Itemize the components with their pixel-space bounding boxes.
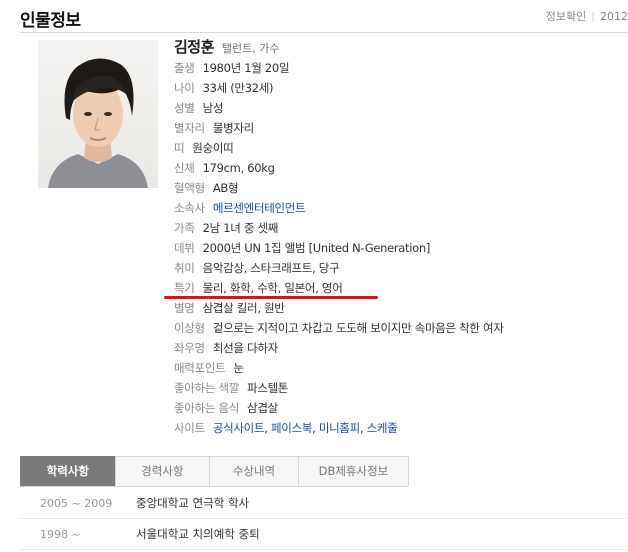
profile-label: 혈액형 (174, 181, 205, 195)
profile-row: 신체 179cm, 60kg (174, 158, 624, 178)
profile-photo (38, 40, 158, 188)
profile-row: 좋아하는 색깔 파스텔톤 (174, 378, 624, 398)
education-period: 1998 ~ (40, 528, 81, 541)
title-divider (20, 32, 628, 33)
profile-rows: 출생 1980년 1월 20일나이 33세 (만32세) 성별 남성별자리 물병자리띠 원숭… (174, 58, 624, 418)
site-link[interactable]: 스케줄 (367, 421, 398, 435)
profile-value: AB형 (212, 181, 239, 195)
profile-row: 좋아하는 음식 삼겹살 (174, 398, 624, 418)
profile-label: 가족 (174, 221, 195, 235)
tab-education[interactable]: 학력사항 (20, 456, 116, 486)
profile-value: 최선을 다하자 (212, 341, 278, 355)
profile-label: 성별 (174, 101, 195, 115)
update-date: 2012 (600, 10, 628, 23)
site-link-separator: , (264, 421, 268, 435)
site-link-separator: , (312, 421, 316, 435)
profile-row: 이상형 겉으로는 지적이고 차갑고 도도해 보이지만 속마음은 착한 여자 (174, 318, 624, 338)
person-portrait-image (48, 58, 148, 188)
profile-row: 출생 1980년 1월 20일 (174, 58, 624, 78)
education-list: 2005 ~ 2009 중앙대학교 연극학 학사 1998 ~ 서울대학교 치의예학… (20, 488, 628, 550)
site-link-separator: , (359, 421, 364, 435)
profile-value: 삼겹살 (247, 401, 278, 415)
profile-value: 33세 (만32세) (202, 81, 274, 95)
profile-label: 별명 (174, 301, 195, 315)
verify-link[interactable]: 정보확인 (546, 10, 586, 23)
profile-row: 혈액형 AB형 (174, 178, 624, 198)
profile-row: 특기 물리, 화학, 수학, 일본어, 영어 (174, 278, 624, 298)
profile-row: 띠 원숭이띠 (174, 138, 624, 158)
profile-row: 성별 남성 (174, 98, 624, 118)
profile-label: 이상형 (174, 321, 205, 335)
profile-value: 1980년 1월 20일 (202, 61, 290, 75)
profile-label: 신체 (174, 161, 195, 175)
tab-db-partner[interactable]: DB제휴사정보 (297, 456, 409, 486)
profile-label: 별자리 (174, 121, 205, 135)
profile-row: 별명 삼겹살 킬러, 원반 (174, 298, 624, 318)
person-occupation: 탤런트, 가수 (221, 42, 280, 55)
profile-row: 나이 33세 (만32세) (174, 78, 624, 98)
profile-label: 좋아하는 음식 (174, 401, 240, 415)
profile-label: 취미 (174, 261, 195, 275)
header-separator: | (591, 10, 595, 23)
list-item: 1998 ~ 서울대학교 치의예학 중퇴 (20, 519, 628, 550)
profile-info: 김정훈 탤런트, 가수 출생 1980년 1월 20일나이 33세 (만32세) 성별 남… (174, 36, 624, 438)
page-title: 인물정보 (20, 11, 81, 31)
profile-label: 사이트 (174, 421, 205, 435)
profile-value: 물병자리 (212, 121, 254, 135)
agency-link[interactable]: 메르센엔터테인먼트 (213, 201, 306, 215)
profile-label: 좌우명 (174, 341, 205, 355)
profile-value: 원숭이띠 (192, 141, 234, 155)
person-name: 김정훈 (174, 38, 214, 56)
header-meta: 정보확인 | 2012 (546, 8, 628, 24)
site-link[interactable]: 미니홈피 (319, 421, 360, 435)
list-item: 2005 ~ 2009 중앙대학교 연극학 학사 (20, 488, 628, 519)
profile-label: 매력포인트 (174, 361, 226, 375)
profile-value: 2000년 UN 1집 앨범 [United N-Generation] (202, 241, 431, 255)
profile-value: 파스텔톤 (247, 381, 289, 395)
education-period: 2005 ~ 2009 (40, 497, 113, 510)
profile-row: 데뷔 2000년 UN 1집 앨범 [United N-Generation] (174, 238, 624, 258)
profile-label: 좋아하는 색깔 (174, 381, 240, 395)
profile-row: 매력포인트 눈 (174, 358, 624, 378)
profile-value: 삼겹살 킬러, 원반 (202, 301, 285, 315)
profile-row: 취미 음악감상, 스타크래프트, 당구 (174, 258, 624, 278)
name-row: 김정훈 탤런트, 가수 (174, 36, 624, 58)
site-links: 공식사이트, 페이스북, 미니홈피, 스케줄 (213, 421, 398, 435)
info-tabs: 학력사항 경력사항 수상내역 DB제휴사정보 (20, 456, 409, 487)
profile-row: 가족 2남 1녀 중 셋째 (174, 218, 624, 238)
tab-awards[interactable]: 수상내역 (209, 456, 299, 486)
tab-career[interactable]: 경력사항 (114, 456, 211, 486)
profile-row-sites: 사이트 공식사이트, 페이스북, 미니홈피, 스케줄 (174, 418, 624, 438)
profile-label: 나이 (174, 81, 195, 95)
profile-row: 별자리 물병자리 (174, 118, 624, 138)
profile-value: 179cm, 60kg (202, 161, 275, 175)
profile-row: 좌우명 최선을 다하자 (174, 338, 624, 358)
profile-label: 띠 (174, 141, 185, 155)
profile-value: 겉으로는 지적이고 차갑고 도도해 보이지만 속마음은 착한 여자 (212, 321, 504, 335)
education-school: 서울대학교 치의예학 중퇴 (136, 527, 260, 541)
site-link[interactable]: 공식사이트 (213, 421, 265, 435)
profile-label: 데뷔 (174, 241, 195, 255)
profile-value: 눈 (233, 361, 244, 375)
profile-value: 남성 (202, 101, 224, 115)
education-school: 중앙대학교 연극학 학사 (136, 496, 250, 510)
site-link[interactable]: 페이스북 (271, 421, 312, 435)
profile-label: 출생 (174, 61, 195, 75)
red-underline-annotation (164, 296, 378, 299)
profile-value: 음악감상, 스타크래프트, 당구 (202, 261, 340, 275)
profile-value: 2남 1녀 중 셋째 (202, 221, 279, 235)
profile-label: 특기 (174, 281, 195, 295)
profile-value: 물리, 화학, 수학, 일본어, 영어 (202, 281, 343, 295)
profile-label: 소속사 (174, 201, 205, 215)
profile-row: 소속사 메르센엔터테인먼트 (174, 198, 624, 218)
